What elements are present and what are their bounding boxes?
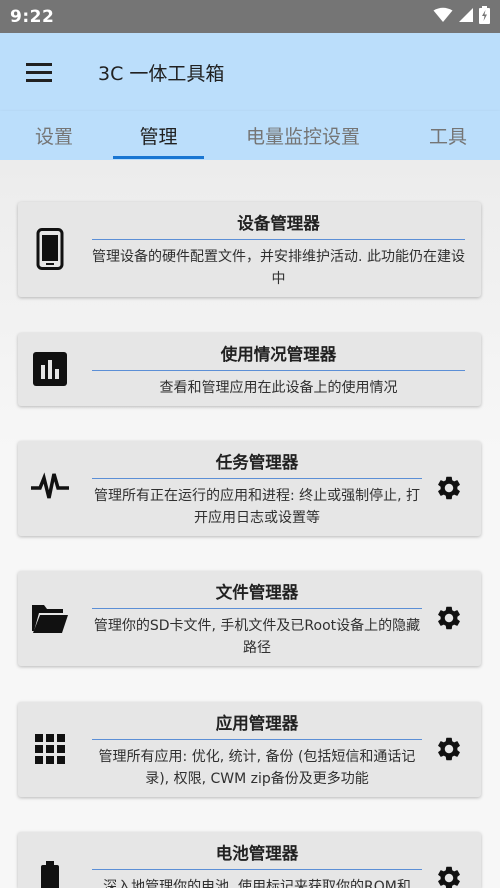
tab-bar: 设置 管理 电量监控设置 工具: [0, 111, 500, 160]
card-device-manager[interactable]: 设备管理器 管理设备的硬件配置文件，并安排维护活动. 此功能仍在建设中: [18, 202, 481, 297]
card-title: 任务管理器: [215, 453, 299, 472]
apps-grid-icon: [30, 729, 70, 769]
status-time: 9:22: [10, 6, 55, 27]
card-title: 设备管理器: [237, 214, 320, 233]
status-bar: 9:22: [0, 0, 500, 33]
card-title: 使用情况管理器: [220, 345, 337, 364]
card-title: 电池管理器: [215, 844, 299, 863]
card-battery-manager[interactable]: 电池管理器 深入地管理你的电池, 使用标记来获取你的ROM和: [18, 832, 481, 888]
card-description: 管理所有应用: 优化, 统计, 备份 (包括短信和通话记录), 权限, CWM …: [98, 749, 416, 787]
gear-icon[interactable]: [433, 602, 465, 634]
wifi-icon: [433, 7, 453, 27]
gear-icon[interactable]: [433, 472, 465, 504]
tab-tools[interactable]: 工具: [410, 111, 486, 160]
tab-manage[interactable]: 管理: [113, 111, 204, 160]
gear-icon[interactable]: [433, 733, 465, 765]
card-description: 管理所有正在运行的应用和进程: 终止或强制停止, 打开应用日志或设置等: [93, 488, 421, 526]
card-task-manager[interactable]: 任务管理器 管理所有正在运行的应用和进程: 终止或强制停止, 打开应用日志或设置…: [18, 441, 481, 536]
card-description: 查看和管理应用在此设备上的使用情况: [159, 380, 398, 396]
status-icons: [433, 5, 490, 28]
card-description: 管理你的SD卡文件, 手机文件及已Root设备上的隐藏路径: [93, 618, 421, 656]
folder-open-icon: [30, 598, 70, 638]
card-usage-manager[interactable]: 使用情况管理器 查看和管理应用在此设备上的使用情况: [18, 333, 481, 406]
phone-icon: [30, 228, 70, 270]
app-bar: 3C 一体工具箱: [0, 33, 500, 111]
battery-status-icon: [479, 5, 490, 28]
tab-indicator: [113, 156, 204, 159]
gear-icon[interactable]: [433, 862, 465, 888]
card-file-manager[interactable]: 文件管理器 管理你的SD卡文件, 手机文件及已Root设备上的隐藏路径: [18, 571, 481, 666]
signal-icon: [458, 7, 474, 27]
card-title: 应用管理器: [215, 714, 299, 733]
tab-settings[interactable]: 设置: [18, 111, 90, 160]
card-divider: [92, 869, 422, 870]
card-description: 深入地管理你的电池, 使用标记来获取你的ROM和: [103, 879, 411, 888]
bar-chart-icon: [30, 349, 70, 389]
card-divider: [92, 739, 422, 740]
card-divider: [92, 608, 422, 609]
menu-button[interactable]: [20, 52, 60, 92]
card-divider: [92, 478, 422, 479]
card-divider: [92, 239, 465, 240]
battery-icon: [30, 858, 70, 888]
card-description: 管理设备的硬件配置文件，并安排维护活动. 此功能仍在建设中: [92, 249, 465, 287]
pulse-icon: [30, 467, 70, 507]
app-title: 3C 一体工具箱: [98, 62, 225, 85]
card-divider: [92, 370, 465, 371]
card-app-manager[interactable]: 应用管理器 管理所有应用: 优化, 统计, 备份 (包括短信和通话记录), 权限…: [18, 702, 481, 797]
card-title: 文件管理器: [215, 583, 299, 602]
tab-power-monitor-settings[interactable]: 电量监控设置: [230, 111, 376, 160]
